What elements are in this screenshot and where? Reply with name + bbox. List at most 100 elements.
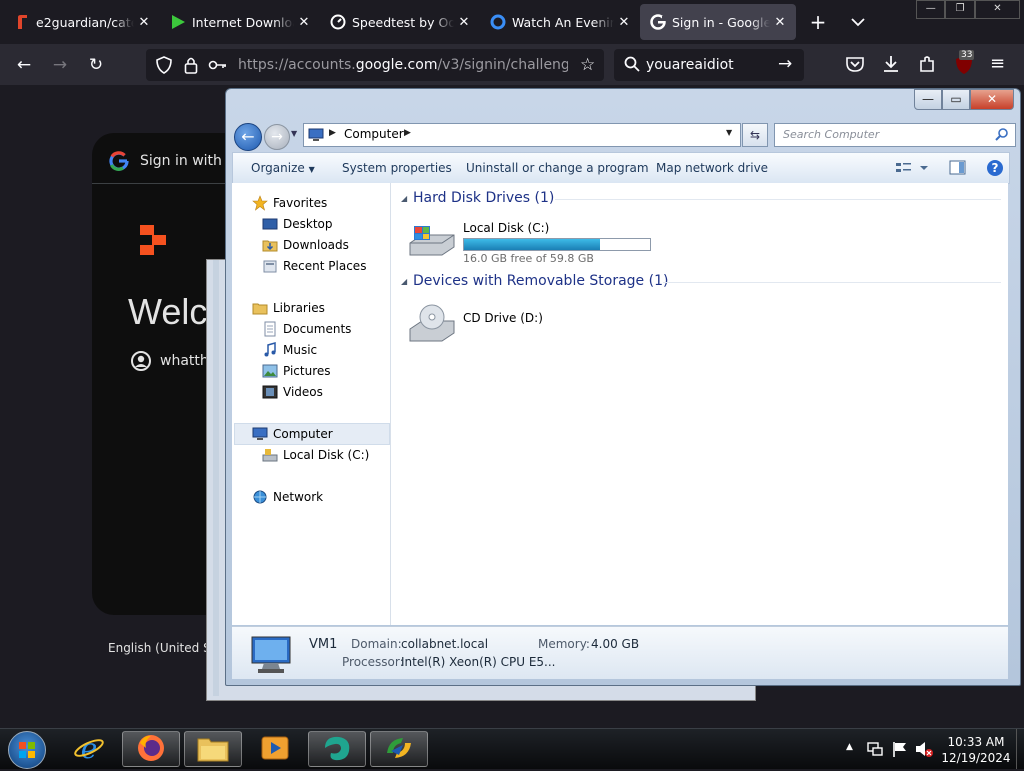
explorer-close-button[interactable]: ✕ [970,89,1014,110]
bookmark-star-icon[interactable]: ☆ [580,55,595,75]
drive-cd-d[interactable]: CD Drive (D:) [408,301,568,345]
nav-pictures[interactable]: Pictures [262,361,331,381]
lock-icon[interactable] [184,56,198,77]
search-box[interactable]: Search Computer [774,123,1016,147]
nav-libraries[interactable]: Libraries [252,298,325,318]
drive-local-disk-c[interactable]: Local Disk (C:) 16.0 GB free of 59.8 GB [408,219,658,265]
preview-pane-icon[interactable] [949,160,967,179]
map-network-drive-button[interactable]: Map network drive [656,161,768,175]
explorer-maximize-button[interactable]: ▭ [942,89,970,110]
cd-drive-icon [408,303,456,348]
search-go-icon[interactable]: → [778,54,792,74]
minimize-button[interactable]: — [916,0,946,19]
nav-desktop[interactable]: Desktop [262,214,333,234]
svg-text:e: e [81,732,98,764]
refresh-button[interactable]: ⇆ [742,123,768,147]
view-options-icon[interactable] [895,160,933,179]
tab-internet-download[interactable]: Internet Download ✕ [160,4,320,40]
search-input[interactable]: youareaidiot [646,57,734,73]
address-dropdown-icon[interactable]: ▼ [726,128,732,137]
url-text[interactable]: https://accounts.google.com/v3/signin/ch… [238,57,568,73]
address-bar[interactable]: ▶ Computer ▶ ▼ [303,123,741,147]
extension-badge: 33 [959,50,975,60]
explorer-minimize-button[interactable]: — [914,89,942,110]
nav-downloads[interactable]: Downloads [262,235,349,255]
group-hard-disk-drives[interactable]: Hard Disk Drives (1) [413,190,554,206]
download-icon[interactable] [882,55,900,76]
tab-speedtest[interactable]: Speedtest by Ookla ✕ [320,4,480,40]
search-icon[interactable] [995,127,1009,144]
nav-favorites[interactable]: Favorites [252,193,327,213]
tab-watch-an-evening[interactable]: Watch An Evening ✕ [480,4,640,40]
tab-close-icon[interactable]: ✕ [454,15,474,30]
tab-title: Internet Download [192,14,294,30]
maximize-button[interactable]: ❐ [945,0,975,19]
tab-close-icon[interactable]: ✕ [770,15,790,30]
taskbar-firefox[interactable] [122,731,180,767]
nav-documents[interactable]: Documents [262,319,351,339]
action-center-flag-icon[interactable] [892,740,908,761]
hard-disk-icon [262,447,278,463]
nav-recent-places[interactable]: Recent Places [262,256,366,276]
navigation-pane: Favorites Desktop Downloads Recent Place… [232,183,391,625]
nav-local-disk[interactable]: Local Disk (C:) [262,445,369,465]
extensions-icon[interactable] [918,55,936,76]
back-button[interactable]: ← [234,123,262,151]
close-button[interactable]: ✕ [974,0,1020,19]
tab-close-icon[interactable]: ✕ [134,15,154,30]
tab-e2guardian[interactable]: e2guardian/catego ✕ [4,4,160,40]
breadcrumb-computer[interactable]: Computer [344,127,404,141]
help-icon[interactable]: ? [986,159,1004,180]
tab-close-icon[interactable]: ✕ [614,15,634,30]
account-chip[interactable]: whatthi [160,353,213,369]
taskbar-file-explorer[interactable] [184,731,242,767]
memory-label: Memory: [538,637,590,651]
reload-icon[interactable]: ↻ [84,53,108,77]
desktop-icon [262,216,278,232]
taskbar-media-player[interactable] [246,731,304,767]
recent-pages-icon[interactable]: ▼ [291,129,297,138]
url-bar[interactable]: https://accounts.google.com/v3/signin/ch… [146,49,604,81]
nav-label: Recent Places [283,259,367,273]
nav-music[interactable]: Music [262,340,317,360]
google-icon [650,14,666,30]
back-icon[interactable]: ← [12,53,36,77]
search-bar[interactable]: youareaidiot → [614,49,804,81]
breadcrumb-arrow-icon[interactable]: ▶ [404,128,411,138]
system-properties-button[interactable]: System properties [342,161,452,175]
organize-button[interactable]: Organize ▼ [251,161,315,175]
taskbar-app-teal[interactable] [308,731,366,767]
google-signin-title: Sign in with G [140,153,238,169]
tab-google-sign-in[interactable]: Sign in - Google Ac ✕ [640,4,796,40]
forward-icon[interactable]: → [48,53,72,77]
collapse-arrow-icon[interactable]: ◢ [401,194,407,203]
nav-computer[interactable]: Computer [252,424,333,444]
menu-icon[interactable]: ≡ [990,53,1005,74]
computer-name: VM1 [309,637,338,652]
volume-muted-icon[interactable] [914,739,934,762]
collapse-arrow-icon[interactable]: ◢ [401,277,407,286]
list-all-tabs-button[interactable] [846,9,870,35]
tab-close-icon[interactable]: ✕ [294,15,314,30]
forward-button[interactable]: → [264,124,290,150]
nav-network[interactable]: Network [252,487,323,507]
computer-icon [252,426,268,442]
breadcrumb-arrow-icon[interactable]: ▶ [329,128,336,138]
group-removable-storage[interactable]: Devices with Removable Storage (1) [413,273,668,289]
key-icon[interactable] [208,57,228,76]
show-hidden-icons-icon[interactable]: ▲ [846,742,853,752]
taskbar-internet-explorer[interactable]: e [60,731,118,767]
dropdown-arrow-icon: ▼ [308,165,315,174]
start-button[interactable] [8,731,46,769]
pocket-icon[interactable] [846,56,864,75]
system-clock[interactable]: 10:33 AM 12/19/2024 [936,734,1016,766]
network-tray-icon[interactable] [866,740,884,761]
ublock-icon[interactable]: 33 [954,50,975,79]
shield-icon[interactable] [156,56,172,77]
nav-videos[interactable]: Videos [262,382,323,402]
show-desktop-button[interactable] [1016,729,1024,769]
uninstall-program-button[interactable]: Uninstall or change a program [466,161,649,175]
taskbar-remote-app[interactable] [370,731,428,767]
hard-disk-drive-icon [408,223,456,260]
new-tab-button[interactable]: + [806,9,830,35]
